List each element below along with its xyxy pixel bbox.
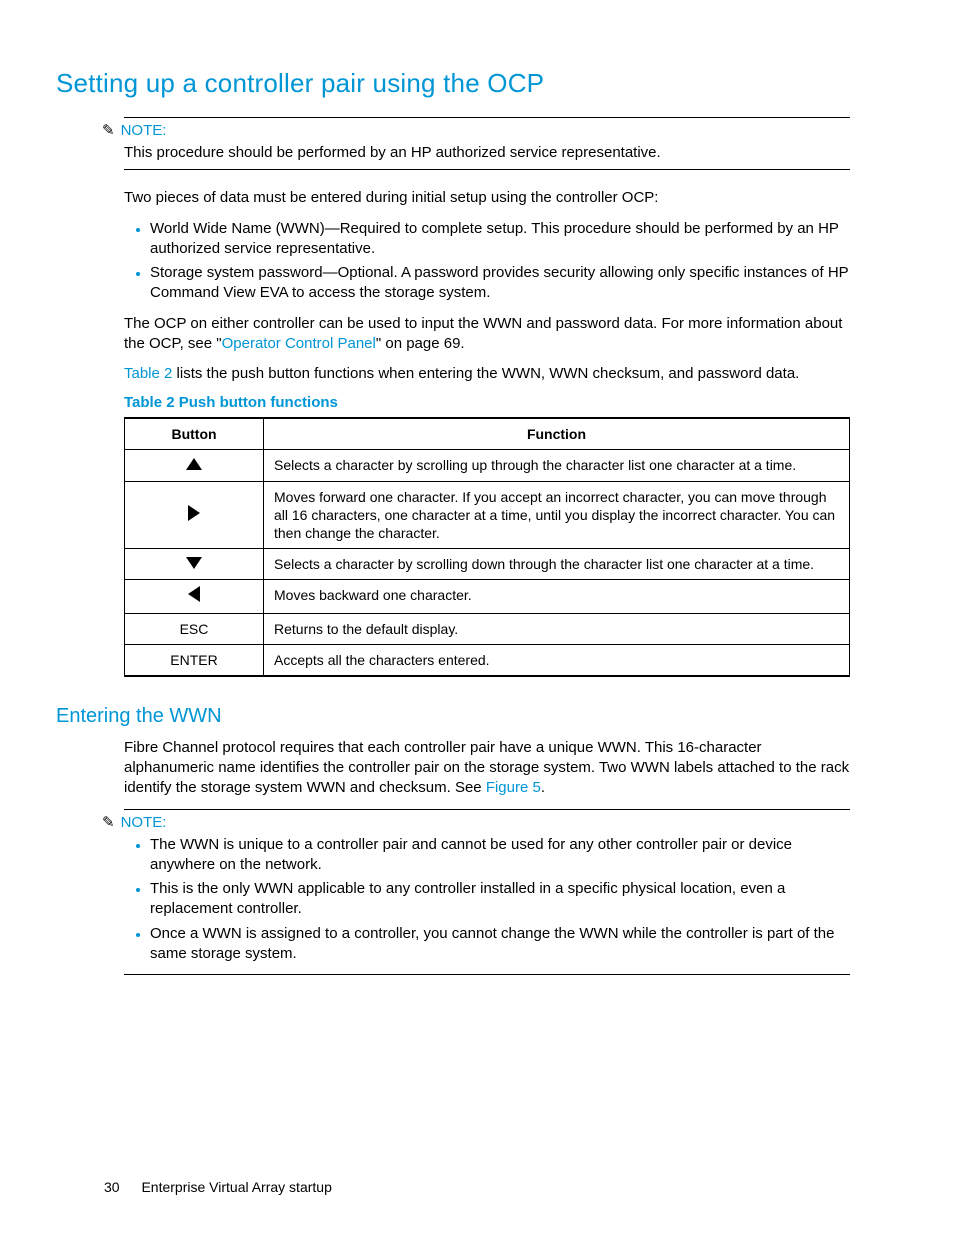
- function-cell: Accepts all the characters entered.: [264, 644, 850, 676]
- intro-list: World Wide Name (WWN)—Required to comple…: [124, 219, 850, 304]
- page-number: 30: [104, 1179, 120, 1195]
- note-list: The WWN is unique to a controller pair a…: [124, 835, 850, 965]
- page-heading: Setting up a controller pair using the O…: [56, 68, 850, 99]
- th-button: Button: [125, 418, 264, 450]
- note-rule-top: [124, 117, 850, 118]
- table-ref-paragraph: Table 2 lists the push button functions …: [124, 364, 850, 384]
- button-down-cell: [125, 549, 264, 580]
- table-row: Selects a character by scrolling down th…: [125, 549, 850, 580]
- function-cell: Selects a character by scrolling up thro…: [264, 450, 850, 481]
- button-up-cell: [125, 450, 264, 481]
- sub-heading: Entering the WWN: [56, 705, 850, 728]
- arrow-down-icon: [186, 557, 202, 569]
- table-caption-number: Table 2: [124, 394, 175, 411]
- operator-control-panel-link[interactable]: Operator Control Panel: [222, 335, 376, 352]
- table-caption-title: Push button functions: [175, 394, 338, 411]
- note-rule-bottom: [124, 169, 850, 170]
- table-2-link[interactable]: Table 2: [124, 365, 172, 382]
- function-cell: Returns to the default display.: [264, 613, 850, 644]
- table-row: Moves forward one character. If you acce…: [125, 481, 850, 549]
- text-span: " on page 69.: [376, 335, 465, 352]
- list-item: The WWN is unique to a controller pair a…: [150, 835, 850, 876]
- note-block-2: ✎ NOTE: The WWN is unique to a controlle…: [124, 809, 850, 976]
- table-row: Selects a character by scrolling up thro…: [125, 450, 850, 481]
- note-text: This procedure should be performed by an…: [124, 143, 850, 163]
- function-cell: Moves backward one character.: [264, 580, 850, 613]
- ocp-paragraph: The OCP on either controller can be used…: [124, 314, 850, 355]
- th-function: Function: [264, 418, 850, 450]
- table-row: ENTER Accepts all the characters entered…: [125, 644, 850, 676]
- text-span: lists the push button functions when ent…: [172, 365, 799, 382]
- button-left-cell: [125, 580, 264, 613]
- function-cell: Moves forward one character. If you acce…: [264, 481, 850, 549]
- intro-paragraph: Two pieces of data must be entered durin…: [124, 188, 850, 208]
- arrow-left-icon: [188, 586, 200, 602]
- text-span: .: [541, 779, 545, 796]
- push-button-table: Button Function Selects a character by s…: [124, 417, 850, 677]
- list-item: Once a WWN is assigned to a controller, …: [150, 924, 850, 965]
- arrow-right-icon: [188, 505, 200, 521]
- note-icon: ✎: [102, 815, 115, 830]
- note-block-1: ✎ NOTE: This procedure should be perform…: [124, 117, 850, 170]
- table-row: Moves backward one character.: [125, 580, 850, 613]
- wwn-paragraph: Fibre Channel protocol requires that eac…: [124, 738, 850, 799]
- table-caption: Table 2 Push button functions: [124, 394, 850, 411]
- footer-title: Enterprise Virtual Array startup: [141, 1179, 331, 1195]
- note-label: NOTE:: [121, 122, 167, 139]
- button-esc-cell: ESC: [125, 613, 264, 644]
- button-right-cell: [125, 481, 264, 549]
- page-footer: 30 Enterprise Virtual Array startup: [104, 1179, 332, 1195]
- note-rule-top: [124, 809, 850, 810]
- note-rule-bottom: [124, 974, 850, 975]
- button-enter-cell: ENTER: [125, 644, 264, 676]
- note-label: NOTE:: [121, 814, 167, 831]
- arrow-up-icon: [186, 458, 202, 470]
- note-icon: ✎: [102, 123, 115, 138]
- list-item: This is the only WWN applicable to any c…: [150, 879, 850, 920]
- list-item: World Wide Name (WWN)—Required to comple…: [150, 219, 850, 260]
- list-item: Storage system password—Optional. A pass…: [150, 263, 850, 304]
- table-row: ESC Returns to the default display.: [125, 613, 850, 644]
- function-cell: Selects a character by scrolling down th…: [264, 549, 850, 580]
- figure-5-link[interactable]: Figure 5: [486, 779, 541, 796]
